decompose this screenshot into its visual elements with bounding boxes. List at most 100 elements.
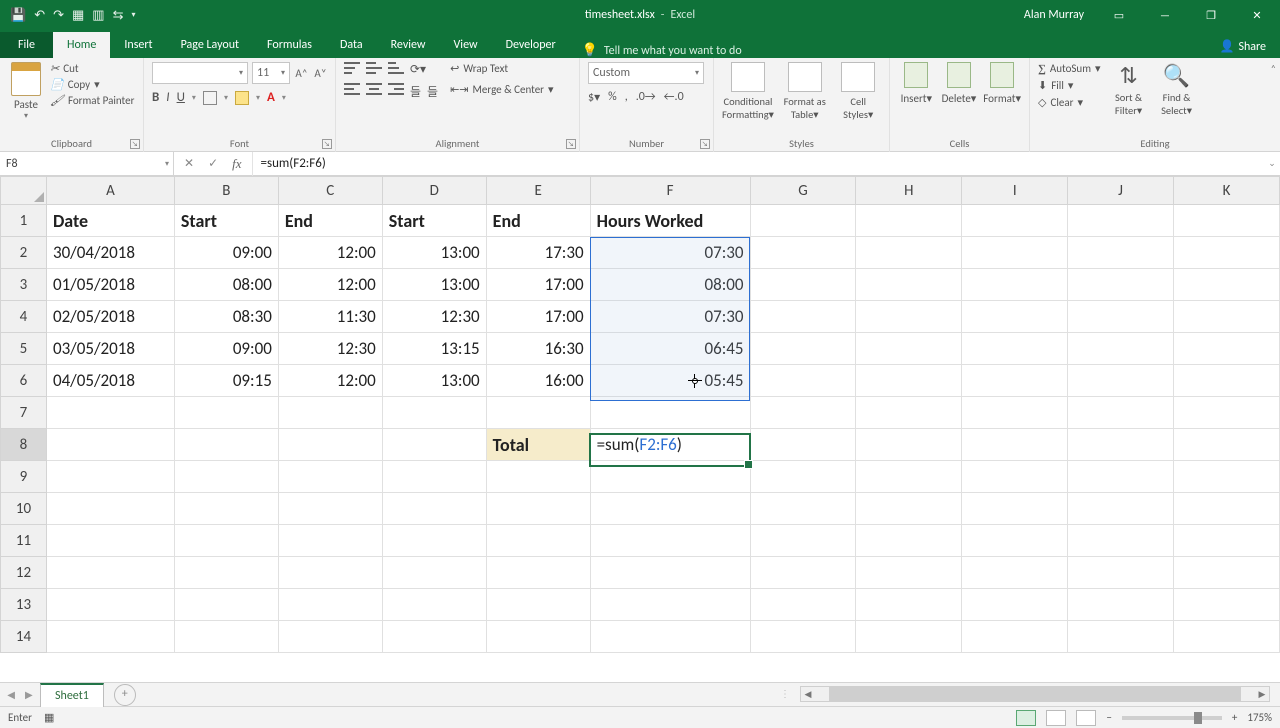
cell[interactable] — [1174, 589, 1280, 621]
cell[interactable] — [486, 557, 590, 589]
cell[interactable] — [174, 397, 278, 429]
qat-icon[interactable]: ⇆ — [113, 8, 124, 23]
column-header[interactable]: K — [1174, 177, 1280, 205]
cell[interactable] — [174, 461, 278, 493]
cell[interactable] — [590, 589, 750, 621]
cell[interactable] — [590, 557, 750, 589]
copy-button[interactable]: 📄Copy ▾ — [50, 78, 134, 91]
tab-developer[interactable]: Developer — [492, 32, 570, 58]
tab-home[interactable]: Home — [53, 32, 110, 58]
cell[interactable] — [278, 397, 382, 429]
comma-icon[interactable]: , — [625, 90, 628, 105]
qat-icon[interactable]: ▥ — [92, 8, 104, 23]
cell[interactable] — [590, 397, 750, 429]
cell[interactable] — [174, 493, 278, 525]
row-header[interactable]: 6 — [1, 365, 47, 397]
row-header[interactable]: 3 — [1, 269, 47, 301]
cell[interactable] — [382, 589, 486, 621]
cell[interactable] — [486, 461, 590, 493]
row-header[interactable]: 2 — [1, 237, 47, 269]
cell[interactable] — [962, 365, 1068, 397]
font-size-combo[interactable]: 11▾ — [252, 62, 290, 84]
cell[interactable]: 08:00 — [174, 269, 278, 301]
enter-icon[interactable]: ✓ — [208, 156, 218, 171]
cell[interactable] — [1174, 333, 1280, 365]
cell[interactable]: 17:00 — [486, 301, 590, 333]
zoom-in-icon[interactable]: + — [1232, 711, 1237, 724]
cell[interactable] — [856, 397, 962, 429]
save-icon[interactable]: 💾 — [10, 8, 26, 23]
cell[interactable] — [486, 525, 590, 557]
row-header[interactable]: 7 — [1, 397, 47, 429]
cell[interactable]: 17:30 — [486, 237, 590, 269]
tab-file[interactable]: File — [0, 32, 53, 58]
cell[interactable] — [46, 461, 174, 493]
find-select-button[interactable]: 🔍Find & Select▾ — [1157, 62, 1197, 117]
cell[interactable] — [750, 333, 856, 365]
select-all-button[interactable] — [1, 177, 47, 205]
cell[interactable] — [1068, 397, 1174, 429]
share-button[interactable]: 👤Share — [1205, 35, 1280, 58]
next-sheet-icon[interactable]: ▶ — [25, 688, 33, 701]
cancel-icon[interactable]: ✕ — [184, 156, 194, 171]
font-color-icon[interactable]: A — [267, 90, 275, 105]
cell[interactable]: 13:00 — [382, 237, 486, 269]
cell-active-formula[interactable]: =sum(F2:F6) — [590, 429, 750, 461]
dialog-launcher-icon[interactable]: ↘ — [700, 139, 710, 149]
cell[interactable] — [962, 525, 1068, 557]
tab-review[interactable]: Review — [377, 32, 440, 58]
row-header[interactable]: 5 — [1, 333, 47, 365]
cell[interactable] — [856, 621, 962, 653]
cell[interactable] — [962, 557, 1068, 589]
cell[interactable] — [590, 525, 750, 557]
cell[interactable]: 07:30 — [590, 301, 750, 333]
increase-decimal-icon[interactable]: .0→ — [636, 90, 656, 105]
cell[interactable] — [1068, 621, 1174, 653]
borders-icon[interactable] — [203, 91, 217, 105]
cell[interactable] — [486, 397, 590, 429]
cell[interactable]: Start — [382, 205, 486, 237]
cell-styles-button[interactable]: Cell Styles▾ — [835, 62, 881, 121]
cell[interactable] — [1174, 397, 1280, 429]
align-left-icon[interactable] — [344, 83, 360, 95]
conditional-formatting-button[interactable]: Conditional Formatting▾ — [722, 62, 774, 121]
tab-data[interactable]: Data — [326, 32, 377, 58]
paste-button[interactable]: Paste▾ — [8, 62, 44, 121]
decrease-indent-icon[interactable]: 들 — [410, 83, 421, 100]
cell[interactable] — [382, 429, 486, 461]
cell[interactable] — [1068, 301, 1174, 333]
new-sheet-button[interactable]: + — [114, 684, 136, 706]
cell[interactable] — [856, 237, 962, 269]
macro-record-icon[interactable]: ▦ — [44, 711, 54, 724]
cell[interactable] — [856, 589, 962, 621]
grow-font-icon[interactable]: A˄ — [294, 67, 309, 80]
row-header[interactable]: 4 — [1, 301, 47, 333]
cell[interactable] — [46, 429, 174, 461]
cell[interactable] — [278, 525, 382, 557]
cell[interactable] — [1174, 621, 1280, 653]
cell[interactable] — [1068, 589, 1174, 621]
cell[interactable]: 12:30 — [278, 333, 382, 365]
cell[interactable] — [382, 557, 486, 589]
cell[interactable] — [962, 397, 1068, 429]
cell[interactable] — [1174, 237, 1280, 269]
cell[interactable] — [750, 493, 856, 525]
cell[interactable] — [382, 493, 486, 525]
sort-filter-button[interactable]: ⇅Sort & Filter▾ — [1109, 62, 1149, 117]
cell[interactable] — [750, 429, 856, 461]
cell[interactable] — [856, 301, 962, 333]
cell[interactable] — [1068, 493, 1174, 525]
dialog-launcher-icon[interactable]: ↘ — [322, 139, 332, 149]
cell-total-label[interactable]: Total — [486, 429, 590, 461]
cell[interactable] — [174, 589, 278, 621]
underline-button[interactable]: U — [177, 90, 185, 105]
align-center-icon[interactable] — [366, 83, 382, 95]
prev-sheet-icon[interactable]: ◀ — [7, 688, 15, 701]
cell[interactable] — [382, 621, 486, 653]
column-header[interactable]: G — [750, 177, 856, 205]
cell[interactable]: 12:00 — [278, 269, 382, 301]
cell[interactable] — [856, 205, 962, 237]
cell[interactable] — [1174, 429, 1280, 461]
column-header[interactable]: B — [174, 177, 278, 205]
cell[interactable] — [486, 493, 590, 525]
